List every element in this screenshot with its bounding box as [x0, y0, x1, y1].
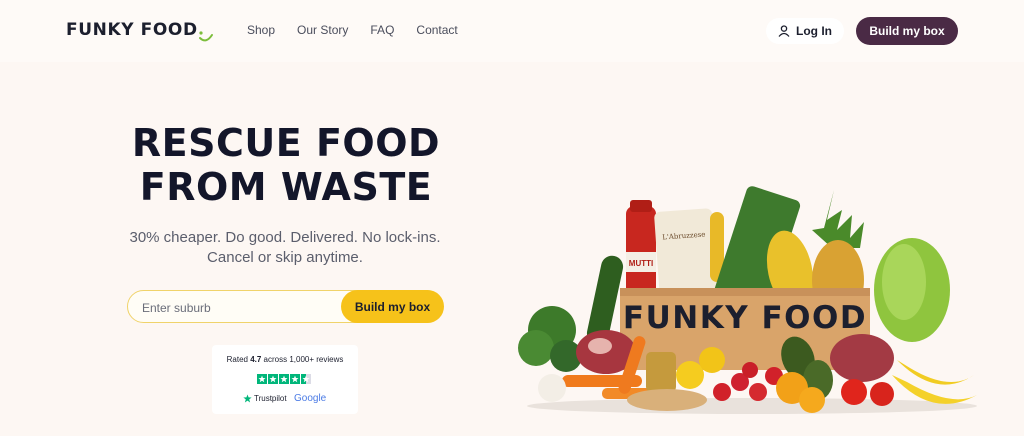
- rating-value: 4.7: [250, 355, 262, 364]
- nav-faq[interactable]: FAQ: [370, 23, 394, 37]
- google-label: Google: [294, 393, 327, 404]
- hero-build-box-button[interactable]: Build my box: [341, 290, 444, 323]
- build-box-button[interactable]: Build my box: [856, 17, 958, 45]
- smile-icon: [199, 31, 213, 42]
- site-header: FUNKY FOOD Shop Our Story FAQ Contact Lo…: [0, 0, 1024, 62]
- suburb-input[interactable]: [142, 299, 332, 316]
- sauce-label: MUTTI: [629, 259, 653, 268]
- reviews-card: Rated 4.7 across 1,000+ reviews Trustpil…: [212, 345, 358, 414]
- nav-contact[interactable]: Contact: [416, 23, 457, 37]
- half-star-icon: [301, 374, 311, 384]
- main-nav: Shop Our Story FAQ Contact: [247, 23, 458, 37]
- user-icon: [778, 25, 790, 37]
- login-button[interactable]: Log In: [766, 18, 844, 44]
- star-icon: [268, 374, 278, 384]
- rating-suffix: across 1,000+ reviews: [261, 355, 344, 364]
- hero-subtitle-line-2: Cancel or skip anytime.: [207, 249, 363, 266]
- trustpilot-label: Trustpilot: [254, 394, 287, 403]
- trustpilot-logo: Trustpilot: [243, 394, 287, 403]
- hero-subtitle-line-1: 30% cheaper. Do good. Delivered. No lock…: [129, 229, 441, 246]
- hero-title-line-2: FROM WASTE: [139, 165, 433, 209]
- trustpilot-star-icon: [243, 394, 252, 403]
- box-label: FUNKY FOOD: [623, 300, 867, 336]
- google-logo: Google: [294, 393, 326, 404]
- produce-box-illustration: MUTTI L'Abruzzese FUNKY FOOD: [518, 186, 977, 414]
- nav-shop[interactable]: Shop: [247, 23, 275, 37]
- rating-text: Rated 4.7 across 1,000+ reviews: [212, 355, 358, 364]
- star-icon: [279, 374, 289, 384]
- suburb-search: Build my box: [127, 290, 444, 323]
- hero-title-line-1: RESCUE FOOD: [131, 121, 441, 165]
- login-label: Log In: [796, 24, 832, 38]
- rating-prefix: Rated: [226, 355, 251, 364]
- star-icon: [257, 374, 267, 384]
- hero-title: RESCUE FOOD FROM WASTE: [126, 121, 446, 209]
- star-icon: [290, 374, 300, 384]
- nav-our-story[interactable]: Our Story: [297, 23, 348, 37]
- hero-subtitle: 30% cheaper. Do good. Delivered. No lock…: [110, 228, 460, 268]
- brand-logo[interactable]: FUNKY FOOD: [66, 20, 198, 40]
- rating-stars: [257, 374, 311, 384]
